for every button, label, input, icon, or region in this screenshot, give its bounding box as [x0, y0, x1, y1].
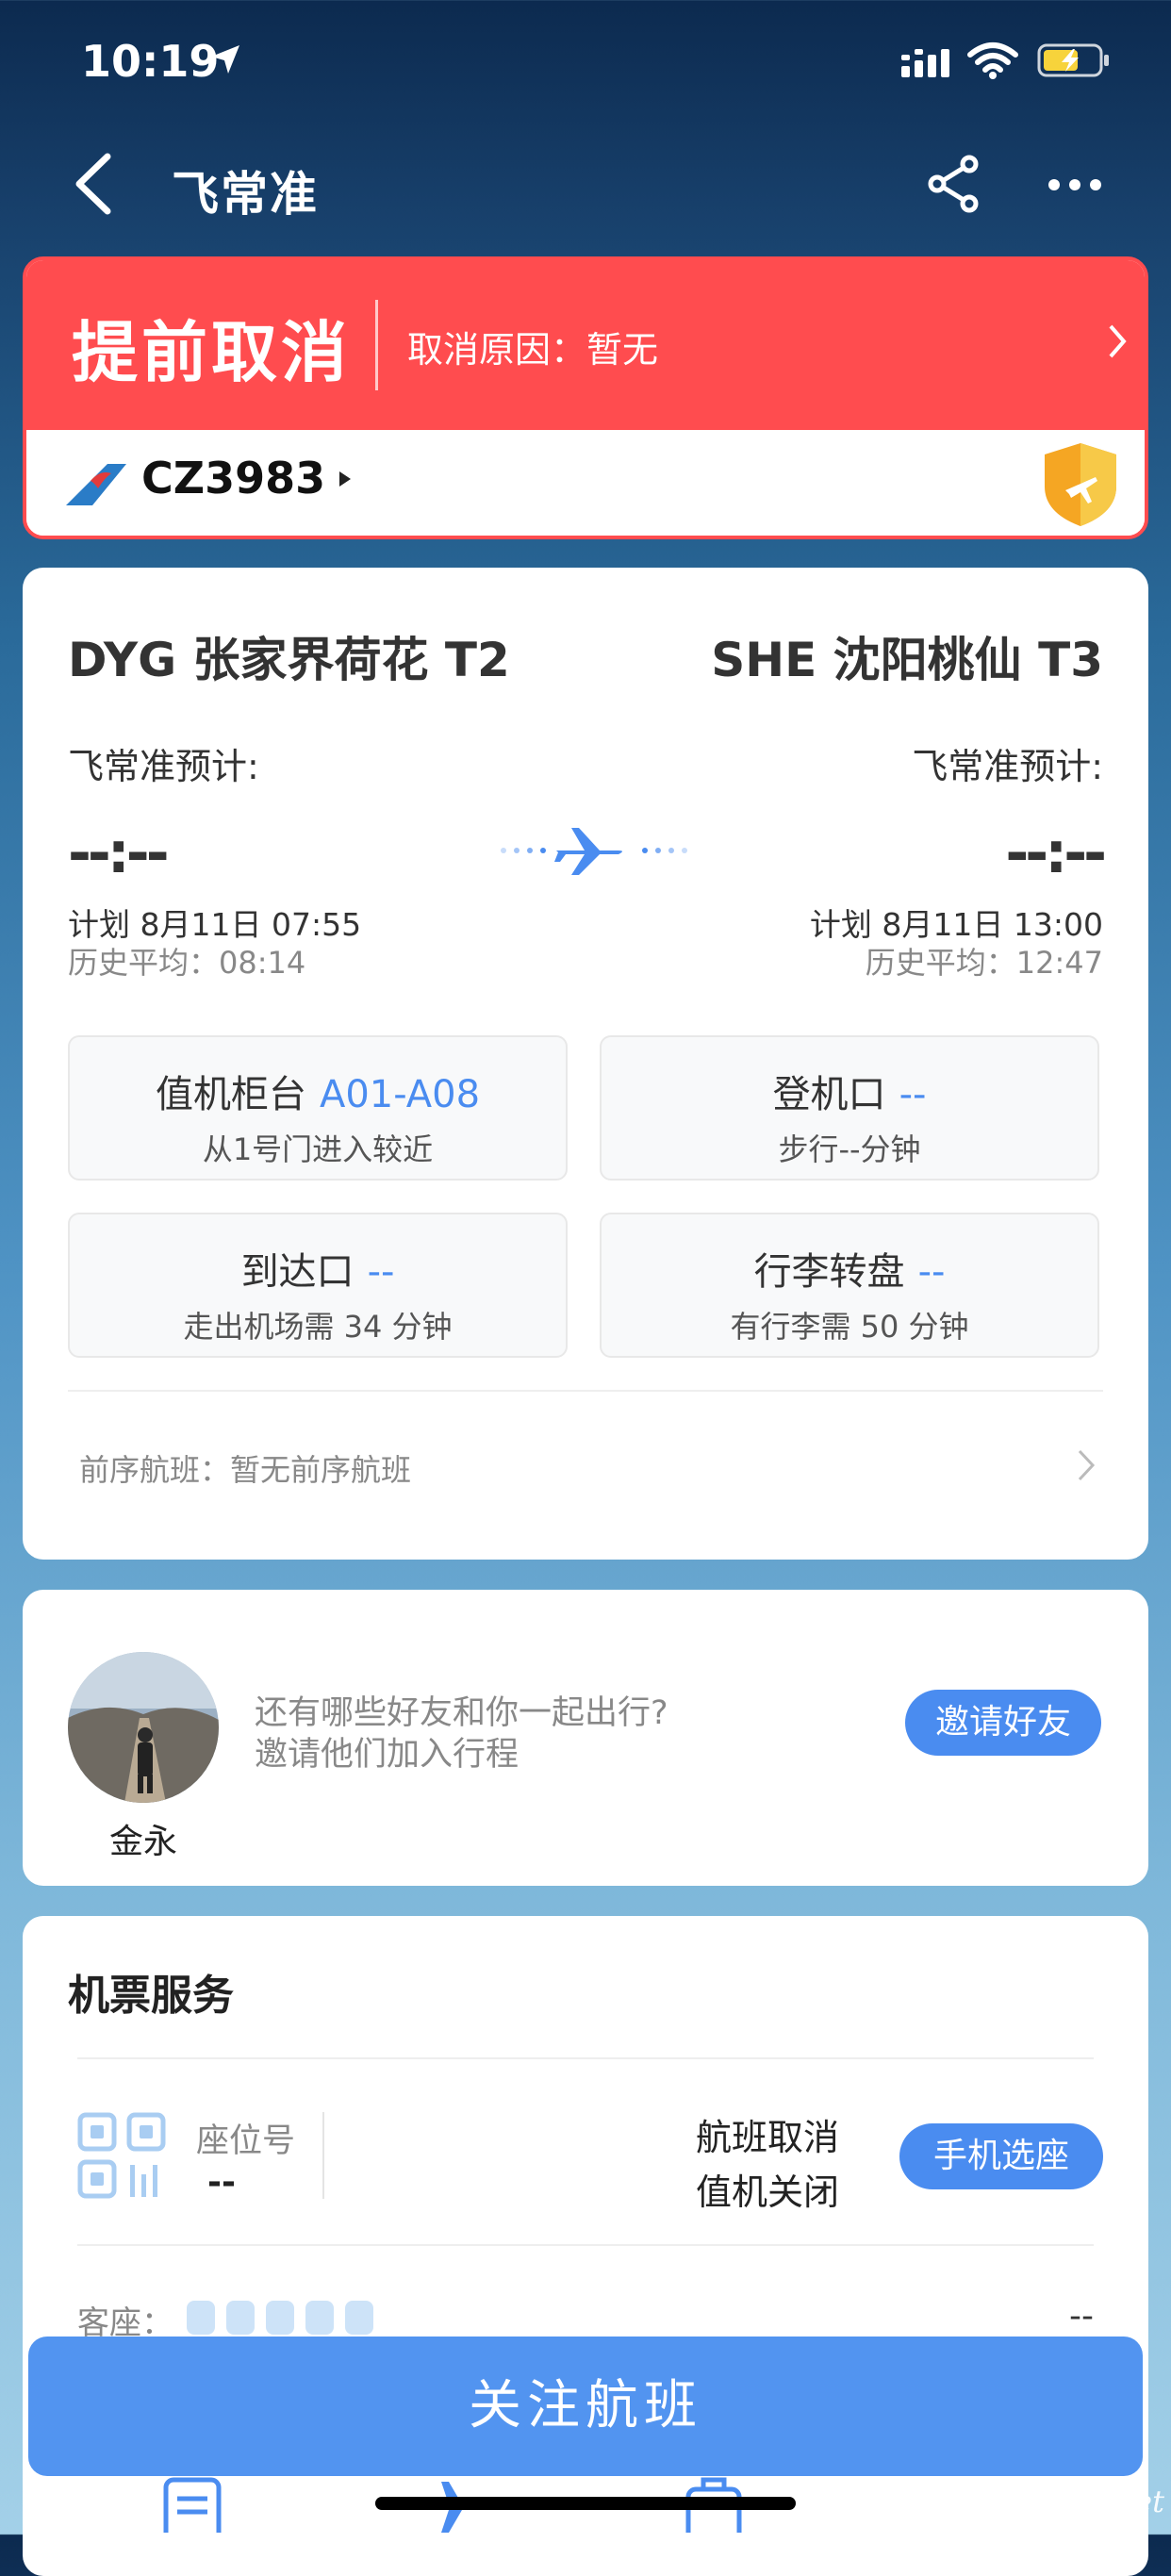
flight-shield-icon[interactable]	[1041, 439, 1120, 530]
travel-companions-card: 金永 还有哪些好友和你一起出行? 邀请他们加入行程 邀请好友	[23, 1590, 1148, 1886]
departure-history-avg: 历史平均：08:14	[68, 945, 306, 981]
info-sub: 从1号门进入较近	[202, 1131, 434, 1167]
divider	[77, 2057, 1094, 2059]
departure-predict-label: 飞常准预计:	[68, 746, 259, 787]
flight-number-row[interactable]: CZ3983	[26, 430, 1145, 536]
invite-subprompt: 邀请他们加入行程	[255, 1736, 520, 1774]
arrival-airport: SHE 沈阳桃仙 T3	[711, 633, 1103, 687]
airplane-icon	[501, 828, 687, 875]
divider	[375, 300, 378, 390]
seat-type-value: --	[1069, 2297, 1094, 2336]
info-sub: 步行--分钟	[778, 1131, 921, 1167]
flight-cancel-status: 航班取消	[696, 2117, 840, 2158]
tab-document-icon[interactable]	[160, 2476, 226, 2533]
flight-detail-card: DYG 张家界荷花 T2 SHE 沈阳桃仙 T3 飞常准预计: 飞常准预计: -…	[23, 568, 1148, 1560]
follow-flight-button[interactable]: 关注航班	[28, 2337, 1143, 2476]
departure-predict-time: --:--	[68, 820, 170, 886]
china-southern-logo-icon	[66, 464, 126, 505]
boarding-gate-box[interactable]: 登机口 -- 步行--分钟	[600, 1035, 1099, 1181]
select-seat-button[interactable]: 手机选座	[899, 2123, 1103, 2189]
info-value: --	[917, 1250, 946, 1294]
nav-bar: 飞常准	[0, 141, 1171, 255]
cancel-reason: 取消原因：暂无	[407, 329, 659, 371]
departure-plan-time: 计划 8月11日 07:55	[68, 906, 362, 943]
arrival-exit-box[interactable]: 到达口 -- 走出机场需 34 分钟	[68, 1213, 568, 1358]
arrival-history-avg: 历史平均：12:47	[865, 945, 1103, 981]
divider	[77, 2244, 1094, 2246]
baggage-carousel-box[interactable]: 行李转盘 -- 有行李需 50 分钟	[600, 1213, 1099, 1358]
avatar[interactable]	[68, 1652, 219, 1803]
info-value: A01-A08	[319, 1073, 481, 1116]
seat-number-label: 座位号	[196, 2122, 296, 2160]
flight-number: CZ3983	[141, 453, 326, 504]
divider	[68, 1390, 1103, 1392]
status-bar: 10:19	[0, 0, 1171, 132]
caret-right-icon	[339, 471, 351, 487]
info-title: 到达口	[240, 1250, 355, 1294]
qr-code-icon	[77, 2112, 166, 2199]
info-title: 值机柜台	[155, 1073, 306, 1116]
wifi-icon	[967, 42, 1018, 79]
info-sub: 有行李需 50 分钟	[730, 1309, 969, 1345]
arrival-predict-label: 飞常准预计:	[912, 746, 1103, 787]
cancel-status: 提前取消	[72, 314, 351, 391]
home-indicator	[375, 2497, 796, 2510]
watermark: eLvXing.net	[981, 2484, 1164, 2519]
back-arrow-icon[interactable]	[72, 153, 113, 215]
arrival-plan-time: 计划 8月11日 13:00	[809, 906, 1103, 943]
arrival-predict-time: --:--	[1005, 820, 1107, 886]
previous-flight[interactable]: 前序航班：暂无前序航班	[79, 1446, 411, 1490]
location-arrow-icon	[211, 45, 239, 74]
info-title: 登机口	[772, 1073, 886, 1116]
share-icon[interactable]	[926, 155, 982, 213]
seat-number-value: --	[207, 2163, 236, 2202]
battery-charging-icon	[1037, 43, 1109, 77]
flight-status-card: 提前取消 取消原因：暂无 CZ3983	[23, 256, 1148, 539]
avatar-name: 金永	[108, 1823, 177, 1861]
seat-availability-icon	[187, 2301, 373, 2335]
checkin-closed-status: 值机关闭	[696, 2171, 840, 2213]
checkin-counter-box[interactable]: 值机柜台 A01-A08 从1号门进入较近	[68, 1035, 568, 1181]
invite-friends-button[interactable]: 邀请好友	[905, 1690, 1101, 1756]
cellular-signal-icon	[901, 49, 949, 77]
page-title: 飞常准	[172, 167, 319, 222]
info-sub: 走出机场需 34 分钟	[183, 1309, 453, 1345]
info-value: --	[367, 1250, 395, 1294]
more-options-icon[interactable]	[1047, 177, 1103, 192]
chevron-right-icon	[1109, 324, 1127, 358]
info-value: --	[899, 1073, 927, 1116]
avatar-photo-icon	[68, 1652, 219, 1803]
divider	[322, 2112, 324, 2199]
section-title: 机票服务	[68, 1972, 234, 2020]
chevron-right-icon[interactable]	[1077, 1448, 1096, 1482]
status-time: 10:19	[81, 36, 220, 87]
cancel-banner[interactable]: 提前取消 取消原因：暂无	[26, 260, 1145, 430]
info-title: 行李转盘	[753, 1250, 905, 1294]
departure-airport: DYG 张家界荷花 T2	[68, 633, 510, 687]
